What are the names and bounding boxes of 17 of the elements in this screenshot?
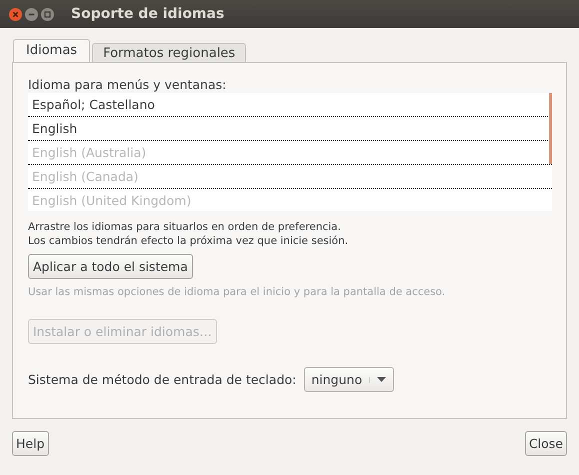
note-text: Arrastre los idiomas para situarlos en orden de preferencia. bbox=[28, 220, 342, 234]
window-title: Soporte de idiomas bbox=[71, 6, 224, 22]
close-icon[interactable] bbox=[9, 8, 22, 20]
apply-button[interactable]: Aplicar a todo el sistema bbox=[28, 254, 193, 279]
footer-button[interactable]: Help bbox=[12, 431, 48, 456]
tab[interactable]: Formatos regionales bbox=[92, 43, 246, 62]
hint-text: Usar las mismas opciones de idioma para el inicio y para la pantalla de acceso. bbox=[28, 286, 446, 298]
maximize-icon[interactable] bbox=[41, 8, 54, 20]
minimize-icon[interactable] bbox=[25, 8, 38, 20]
note-text: Los cambios tendrán efecto la próxima vez que inicie sesión. bbox=[28, 234, 348, 248]
scrollbar[interactable] bbox=[549, 93, 552, 164]
keyboard-label: Sistema de método de entrada de teclado: bbox=[28, 372, 296, 387]
input-method-dropdown[interactable]: ninguno bbox=[304, 367, 394, 392]
caret-icon bbox=[369, 376, 386, 382]
footer-button[interactable]: Close bbox=[524, 431, 567, 456]
tab[interactable]: Idiomas bbox=[13, 39, 90, 62]
list-label: Idioma para menús y ventanas: bbox=[28, 77, 226, 92]
